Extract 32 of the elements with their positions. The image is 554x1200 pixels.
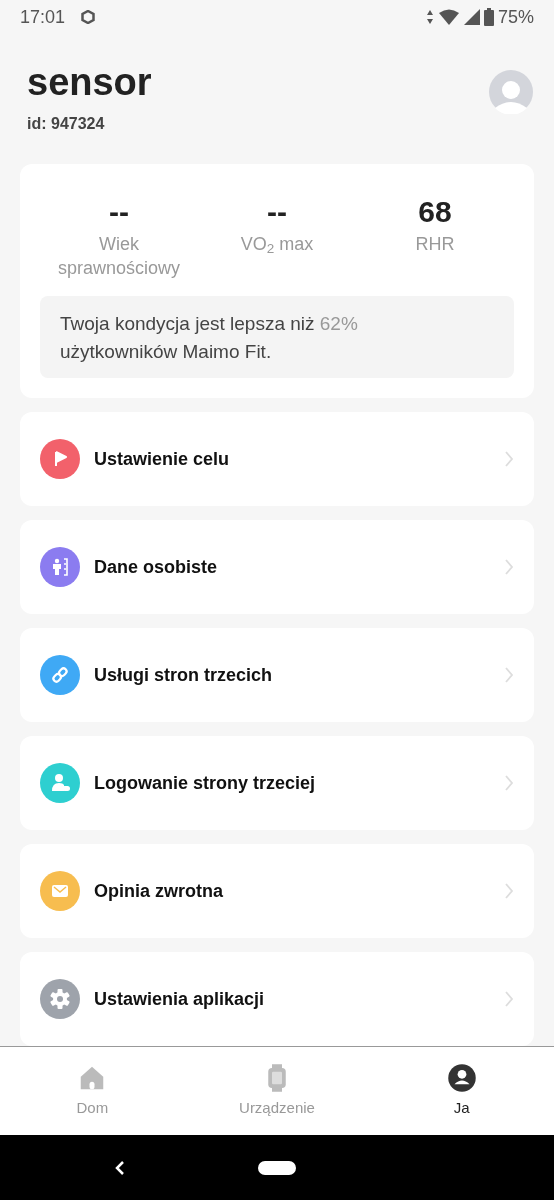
menu-item[interactable]: Ustawienie celu	[20, 412, 534, 506]
chevron-icon	[504, 450, 514, 468]
menu-item[interactable]: Usługi stron trzecich	[20, 628, 534, 722]
comparison-text: Twoja kondycja jest lepsza niż 62% użytkowników Maimo Fit.	[60, 312, 359, 364]
back-icon[interactable]	[114, 1159, 126, 1176]
battery-level: 75%	[497, 5, 534, 29]
chevron-icon	[504, 558, 514, 576]
battery-icon	[483, 8, 494, 26]
stat-value: --	[267, 193, 287, 230]
home-pill[interactable]	[258, 1160, 296, 1175]
notification-icon	[81, 10, 96, 24]
chevron-icon	[504, 990, 514, 1008]
stat-value: 68	[418, 193, 452, 230]
menu-item[interactable]: Opinia zwrotna	[20, 844, 534, 938]
menu-item[interactable]: Dane osobiste	[20, 520, 534, 614]
menu-item[interactable]: Logowanie strony trzeciej	[20, 736, 534, 830]
stat-label: VO$_{2}$ max	[239, 232, 315, 256]
data-arrows-icon	[425, 9, 434, 25]
nav-tab[interactable]: Ja	[369, 1047, 554, 1135]
menu-item[interactable]: Ustawienia aplikacji	[20, 952, 534, 1046]
signal-icon	[463, 9, 480, 25]
profile-name: sensor	[27, 60, 152, 104]
chevron-icon	[504, 666, 514, 684]
stat-label: RHR	[414, 232, 456, 256]
me-icon	[446, 1062, 477, 1093]
profile-id: id: 947324	[27, 114, 106, 134]
stat-label: Wiek sprawnościowy	[56, 232, 181, 280]
chevron-icon	[504, 882, 514, 900]
wifi-icon	[437, 9, 460, 25]
stat-value: --	[109, 193, 129, 230]
status-time: 17:01	[20, 5, 66, 29]
chevron-icon	[504, 774, 514, 792]
